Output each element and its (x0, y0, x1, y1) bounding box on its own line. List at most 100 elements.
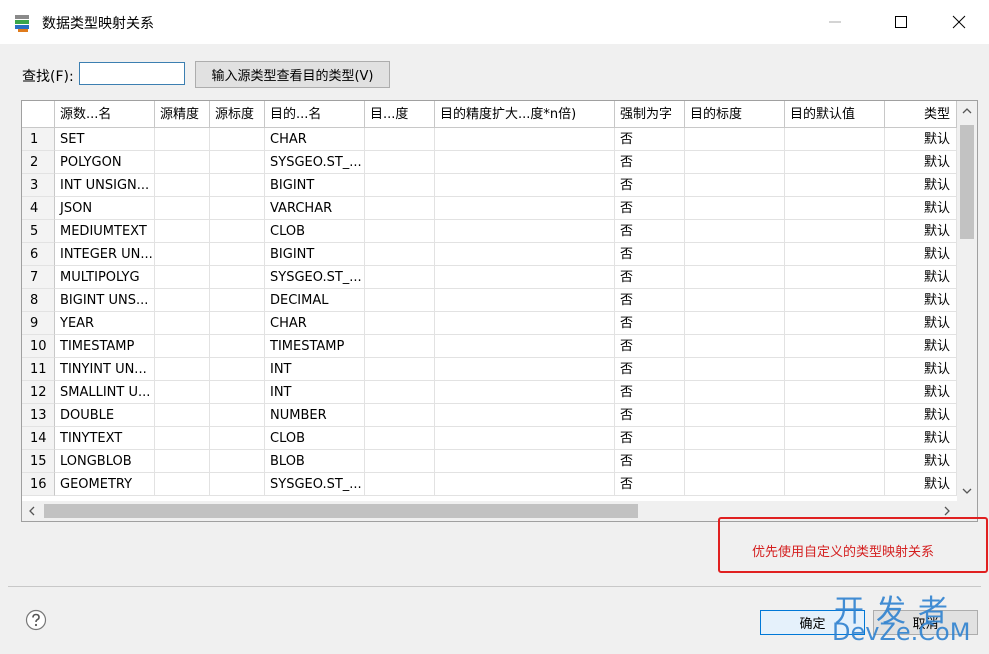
table-cell[interactable]: 否 (615, 289, 685, 312)
table-row[interactable]: 4 JSON VARCHAR 否 默认 (22, 197, 957, 220)
table-cell[interactable] (210, 174, 265, 197)
table-cell[interactable]: BIGINT (265, 243, 365, 266)
table-cell[interactable] (365, 312, 435, 335)
table-cell[interactable]: NUMBER (265, 404, 365, 427)
table-cell[interactable]: TINYTEXT (55, 427, 155, 450)
table-cell[interactable]: 否 (615, 358, 685, 381)
table-cell[interactable] (685, 381, 785, 404)
table-row[interactable]: 7 MULTIPOLYG SYSGEO.ST_... 否 默认 (22, 266, 957, 289)
table-cell[interactable] (365, 335, 435, 358)
table-row[interactable]: 11 TINYINT UN... INT 否 默认 (22, 358, 957, 381)
table-cell[interactable]: POLYGON (55, 151, 155, 174)
table-cell[interactable]: SYSGEO.ST_... (265, 266, 365, 289)
ok-button[interactable]: 确定 (760, 610, 865, 635)
table-cell[interactable] (435, 473, 615, 496)
table-cell[interactable]: 否 (615, 266, 685, 289)
table-cell[interactable] (155, 358, 210, 381)
table-cell[interactable] (685, 220, 785, 243)
table-cell[interactable]: MEDIUMTEXT (55, 220, 155, 243)
table-cell[interactable] (685, 473, 785, 496)
table-cell[interactable] (685, 266, 785, 289)
table-cell[interactable] (785, 473, 885, 496)
table-cell[interactable] (155, 289, 210, 312)
table-cell[interactable] (155, 450, 210, 473)
table-cell[interactable] (435, 197, 615, 220)
table-cell[interactable] (365, 128, 435, 151)
table-row[interactable]: 16 GEOMETRY SYSGEO.ST_... 否 默认 (22, 473, 957, 496)
table-cell[interactable] (210, 381, 265, 404)
table-cell[interactable] (685, 197, 785, 220)
table-cell[interactable] (365, 473, 435, 496)
table-cell[interactable]: MULTIPOLYG (55, 266, 155, 289)
table-cell[interactable] (685, 335, 785, 358)
table-cell[interactable] (435, 174, 615, 197)
table-cell[interactable] (785, 243, 885, 266)
table-cell[interactable] (685, 450, 785, 473)
table-cell[interactable]: CLOB (265, 427, 365, 450)
table-cell[interactable]: 默认 (885, 312, 957, 335)
table-cell[interactable] (435, 312, 615, 335)
table-cell[interactable]: 默认 (885, 404, 957, 427)
table-row[interactable]: 3 INT UNSIGN... BIGINT 否 默认 (22, 174, 957, 197)
table-cell[interactable]: SET (55, 128, 155, 151)
table-cell[interactable] (685, 151, 785, 174)
table-cell[interactable] (365, 358, 435, 381)
table-cell[interactable] (210, 151, 265, 174)
table-cell[interactable] (365, 427, 435, 450)
table-cell[interactable]: LONGBLOB (55, 450, 155, 473)
table-cell[interactable] (685, 289, 785, 312)
table-cell[interactable] (435, 404, 615, 427)
column-header[interactable]: 源精度 (155, 101, 210, 128)
table-cell[interactable] (365, 450, 435, 473)
table-cell[interactable]: 否 (615, 312, 685, 335)
table-cell[interactable] (155, 197, 210, 220)
table-cell[interactable]: 否 (615, 427, 685, 450)
table-cell[interactable] (210, 220, 265, 243)
table-cell[interactable]: INT (265, 381, 365, 404)
table-cell[interactable] (155, 335, 210, 358)
table-cell[interactable]: DOUBLE (55, 404, 155, 427)
table-cell[interactable] (685, 404, 785, 427)
column-header[interactable]: 目的精度扩大...度*n倍) (435, 101, 615, 128)
table-cell[interactable]: 默认 (885, 197, 957, 220)
table-cell[interactable] (365, 243, 435, 266)
table-cell[interactable] (210, 197, 265, 220)
table-cell[interactable] (210, 312, 265, 335)
table-cell[interactable]: YEAR (55, 312, 155, 335)
column-header[interactable]: 目...度 (365, 101, 435, 128)
table-cell[interactable] (155, 312, 210, 335)
table-row[interactable]: 1 SET CHAR 否 默认 (22, 128, 957, 151)
table-row[interactable]: 5 MEDIUMTEXT CLOB 否 默认 (22, 220, 957, 243)
table-cell[interactable] (785, 450, 885, 473)
table-cell[interactable]: 否 (615, 450, 685, 473)
table-cell[interactable] (155, 473, 210, 496)
table-cell[interactable]: 否 (615, 404, 685, 427)
table-cell[interactable]: 否 (615, 197, 685, 220)
table-cell[interactable]: JSON (55, 197, 155, 220)
table-cell[interactable]: SYSGEO.ST_... (265, 473, 365, 496)
table-cell[interactable] (785, 335, 885, 358)
table-cell[interactable]: 默认 (885, 473, 957, 496)
table-cell[interactable] (155, 128, 210, 151)
table-cell[interactable]: TIMESTAMP (55, 335, 155, 358)
horizontal-scroll-thumb[interactable] (44, 504, 638, 518)
table-cell[interactable] (365, 404, 435, 427)
table-cell[interactable]: 否 (615, 128, 685, 151)
table-cell[interactable]: SYSGEO.ST_... (265, 151, 365, 174)
table-cell[interactable] (210, 427, 265, 450)
table-cell[interactable] (435, 266, 615, 289)
table-cell[interactable]: 默认 (885, 289, 957, 312)
table-cell[interactable]: 否 (615, 473, 685, 496)
table-cell[interactable] (435, 243, 615, 266)
table-row[interactable]: 6 INTEGER UN... BIGINT 否 默认 (22, 243, 957, 266)
table-cell[interactable]: BIGINT (265, 174, 365, 197)
table-cell[interactable] (210, 450, 265, 473)
table-cell[interactable]: INT (265, 358, 365, 381)
lookup-target-type-button[interactable]: 输入源类型查看目的类型(V) (195, 61, 390, 88)
table-cell[interactable]: CLOB (265, 220, 365, 243)
table-cell[interactable]: 否 (615, 243, 685, 266)
table-cell[interactable] (210, 243, 265, 266)
maximize-button[interactable] (878, 0, 924, 44)
column-header[interactable]: 源数...名 (55, 101, 155, 128)
table-cell[interactable] (365, 197, 435, 220)
